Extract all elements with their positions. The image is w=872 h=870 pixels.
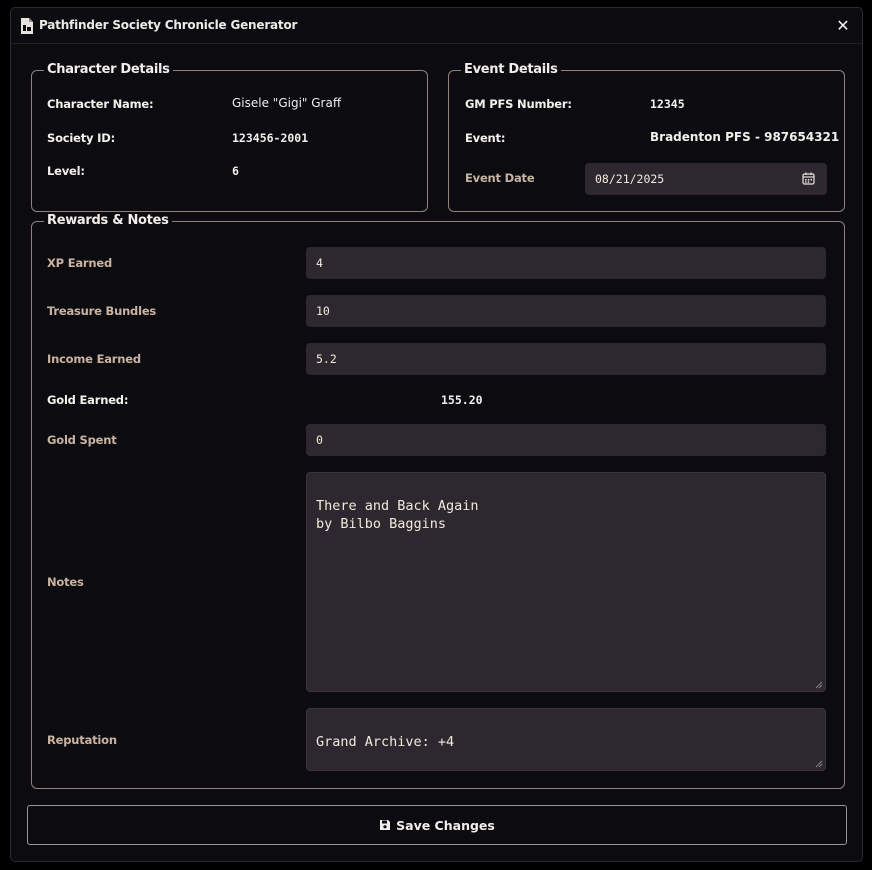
gm-pfs-number-value: 12345 (650, 97, 685, 111)
level-label: Level: (47, 164, 85, 178)
society-id-label: Society ID: (47, 131, 115, 145)
character-details-legend: Character Details (44, 62, 173, 78)
reputation-textarea[interactable]: Grand Archive: +4 (306, 708, 826, 771)
window-title: Pathfinder Society Chronicle Generator (39, 18, 298, 32)
notes-label: Notes (47, 575, 84, 589)
calendar-icon[interactable] (802, 172, 815, 185)
document-icon (21, 18, 33, 34)
reputation-label: Reputation (47, 733, 117, 747)
rewards-notes-panel: Rewards & Notes XP Earned 4 Treasure Bun… (31, 213, 845, 789)
close-icon[interactable]: ✕ (834, 17, 852, 35)
notes-textarea[interactable]: There and Back Again by Bilbo Baggins (306, 472, 826, 692)
character-details-panel: Character Details Character Name: Gisele… (31, 62, 428, 212)
treasure-bundles-label: Treasure Bundles (47, 304, 157, 318)
resize-grip-icon[interactable] (815, 681, 823, 689)
save-changes-label: Save Changes (396, 817, 495, 833)
xp-earned-label: XP Earned (47, 256, 113, 270)
gm-pfs-number-label: GM PFS Number: (465, 97, 572, 111)
income-earned-input[interactable]: 5.2 (306, 343, 826, 375)
society-id-value: 123456-2001 (232, 131, 309, 145)
treasure-bundles-input[interactable]: 10 (306, 295, 826, 327)
notes-text: There and Back Again by Bilbo Baggins (316, 498, 479, 532)
xp-earned-input[interactable]: 4 (306, 247, 826, 279)
save-changes-button[interactable]: Save Changes (27, 805, 847, 845)
event-date-input[interactable]: 08/21/2025 (585, 163, 827, 195)
event-date-label: Event Date (465, 171, 535, 185)
event-label: Event: (465, 131, 506, 145)
event-value: Bradenton PFS - 987654321 (650, 130, 840, 144)
gold-earned-value: 155.20 (441, 393, 483, 407)
event-details-panel: Event Details GM PFS Number: 12345 Event… (448, 62, 845, 212)
reputation-text: Grand Archive: +4 (316, 734, 455, 750)
character-name-value: Gisele "Gigi" Graff (232, 96, 342, 110)
floppy-disk-icon (380, 820, 391, 830)
character-name-label: Character Name: (47, 97, 154, 111)
event-date-value: 08/21/2025 (595, 172, 665, 186)
gold-earned-label: Gold Earned: (47, 393, 129, 407)
title-bar: Pathfinder Society Chronicle Generator ✕ (11, 8, 862, 44)
rewards-notes-legend: Rewards & Notes (44, 213, 172, 229)
resize-grip-icon[interactable] (815, 760, 823, 768)
gold-spent-label: Gold Spent (47, 433, 117, 447)
event-details-legend: Event Details (461, 62, 561, 78)
gold-spent-input[interactable]: 0 (306, 424, 826, 456)
chronicle-generator-window: Pathfinder Society Chronicle Generator ✕… (10, 7, 863, 862)
income-earned-label: Income Earned (47, 352, 141, 366)
level-value: 6 (232, 164, 239, 178)
